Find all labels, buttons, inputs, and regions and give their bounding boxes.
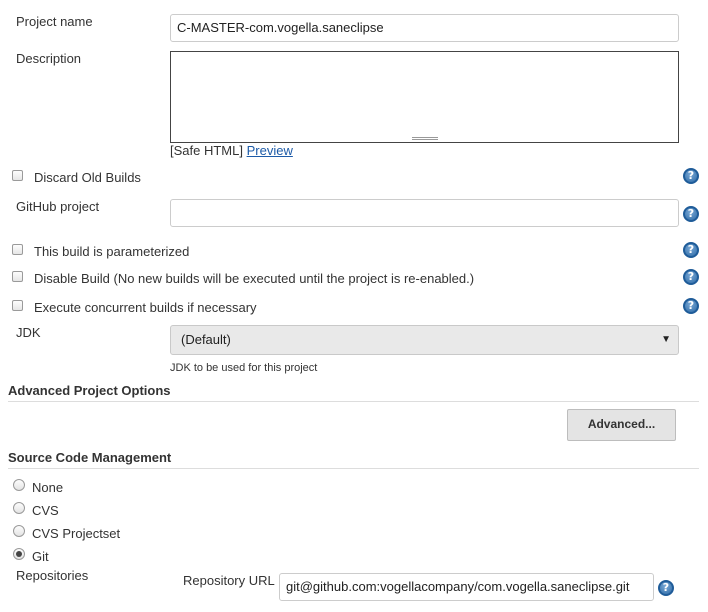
scm-option-label: None bbox=[32, 480, 64, 495]
repository-url-input[interactable]: git@github.com:vogellacompany/com.vogell… bbox=[279, 573, 654, 601]
jdk-hint: JDK to be used for this project bbox=[170, 362, 318, 374]
resize-handle[interactable] bbox=[171, 136, 678, 142]
help-icon[interactable]: ? bbox=[683, 242, 699, 258]
disable-build-label: Disable Build (No new builds will be exe… bbox=[34, 271, 475, 286]
safe-html-note: [Safe HTML] Preview bbox=[170, 143, 293, 158]
disable-build-checkbox[interactable] bbox=[12, 271, 23, 282]
scm-title: Source Code Management bbox=[8, 450, 172, 465]
chevron-down-icon: ▼ bbox=[661, 334, 671, 345]
repository-url-label: Repository URL bbox=[183, 573, 275, 588]
parameterized-label: This build is parameterized bbox=[34, 244, 190, 259]
github-project-label: GitHub project bbox=[16, 199, 100, 214]
scm-radio-none[interactable] bbox=[13, 479, 25, 491]
description-textarea[interactable] bbox=[170, 51, 679, 143]
section-divider bbox=[8, 401, 699, 402]
discard-old-builds-label: Discard Old Builds bbox=[34, 170, 141, 185]
advanced-project-options-title: Advanced Project Options bbox=[8, 383, 171, 398]
parameterized-checkbox[interactable] bbox=[12, 244, 23, 255]
help-icon[interactable]: ? bbox=[683, 206, 699, 222]
concurrent-builds-checkbox[interactable] bbox=[12, 300, 23, 311]
scm-radio-git[interactable] bbox=[13, 548, 25, 560]
github-project-input[interactable] bbox=[170, 199, 679, 227]
project-name-input[interactable]: C-MASTER-com.vogella.saneclipse bbox=[170, 14, 679, 42]
description-label: Description bbox=[16, 51, 82, 66]
safe-html-prefix: [Safe HTML] bbox=[170, 143, 243, 158]
preview-link[interactable]: Preview bbox=[247, 143, 293, 158]
scm-option-label: CVS bbox=[32, 503, 59, 518]
help-icon[interactable]: ? bbox=[683, 269, 699, 285]
section-divider bbox=[8, 468, 699, 469]
jdk-label: JDK bbox=[16, 325, 41, 340]
jdk-select[interactable]: (Default) ▼ bbox=[170, 325, 679, 355]
repositories-label: Repositories bbox=[16, 568, 89, 583]
project-name-label: Project name bbox=[16, 14, 93, 29]
jdk-selected-value: (Default) bbox=[181, 332, 231, 347]
advanced-button[interactable]: Advanced... bbox=[567, 409, 676, 441]
help-icon[interactable]: ? bbox=[658, 580, 674, 596]
scm-radio-cvs[interactable] bbox=[13, 502, 25, 514]
help-icon[interactable]: ? bbox=[683, 298, 699, 314]
scm-option-label: CVS Projectset bbox=[32, 526, 121, 541]
scm-radio-cvs-projectset[interactable] bbox=[13, 525, 25, 537]
discard-old-builds-checkbox[interactable] bbox=[12, 170, 23, 181]
concurrent-builds-label: Execute concurrent builds if necessary bbox=[34, 300, 257, 315]
help-icon[interactable]: ? bbox=[683, 168, 699, 184]
scm-option-label: Git bbox=[32, 549, 49, 564]
